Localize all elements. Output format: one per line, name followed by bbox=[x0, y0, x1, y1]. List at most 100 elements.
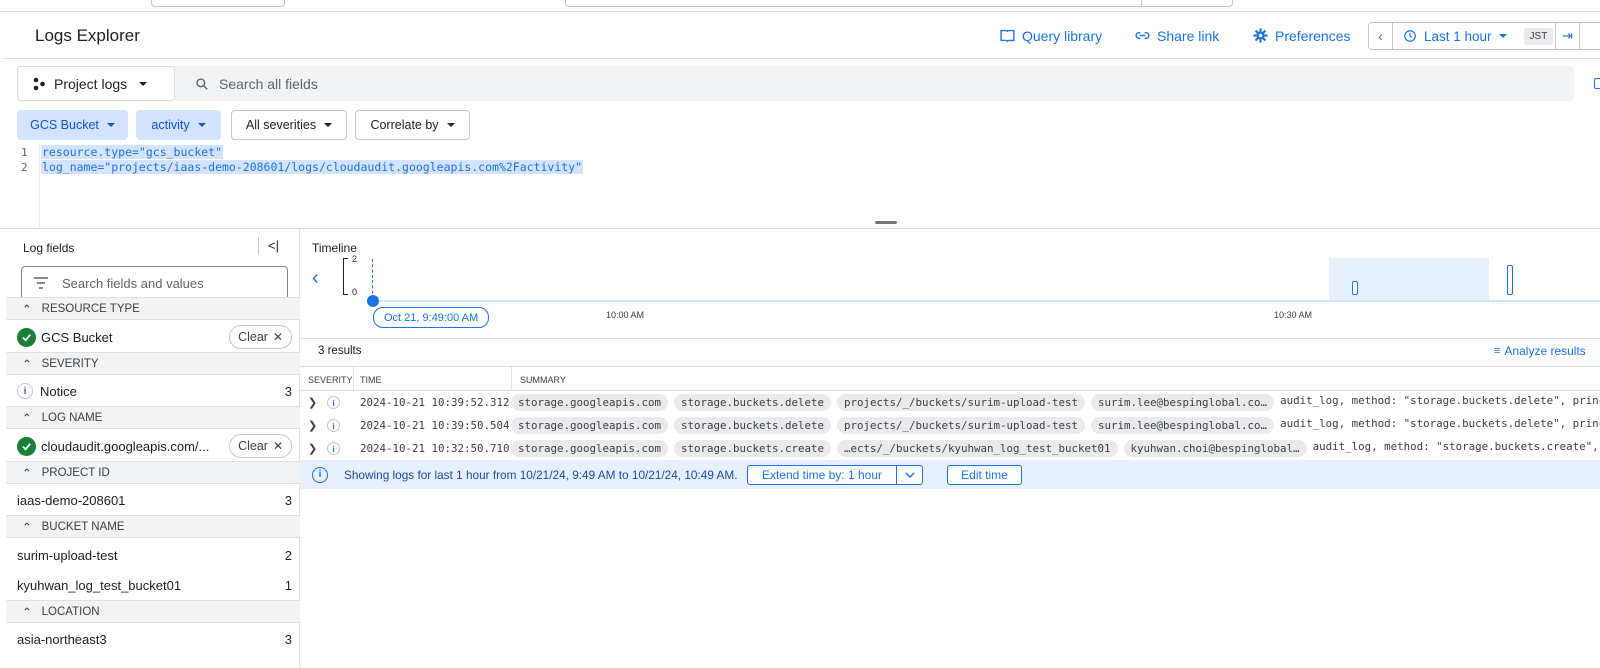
summary-text: audit_log, method: "storage.buckets.crea… bbox=[1312, 440, 1600, 453]
search-all-fields-input[interactable]: Search all fields bbox=[177, 66, 318, 101]
search-icon bbox=[196, 77, 208, 90]
link-icon bbox=[1135, 31, 1150, 40]
summary-chip[interactable]: surim.lee@bespinglobal.co… bbox=[1091, 417, 1275, 434]
table-row[interactable]: ❯ i 2024-10-21 10:39:52.312 storage.goog… bbox=[300, 391, 1600, 414]
field-value-row[interactable]: cloudaudit.googleapis.com/... Clear ✕ bbox=[6, 431, 300, 461]
query-line: resource.type="gcs_bucket" bbox=[41, 145, 224, 159]
timeline-track[interactable] bbox=[373, 300, 1600, 302]
timeline-cursor[interactable] bbox=[367, 295, 379, 307]
query-editor[interactable]: 1 2 resource.type="gcs_bucket" log_name=… bbox=[6, 144, 1600, 228]
chevron-left-icon[interactable]: ‹ bbox=[312, 267, 319, 290]
field-value-row[interactable]: i Notice 3 bbox=[6, 376, 300, 406]
section-title: SEVERITY bbox=[41, 357, 99, 370]
summary-chip[interactable]: storage.googleapis.com bbox=[511, 440, 669, 457]
log-timestamp: 2024-10-21 10:32:50.710 bbox=[360, 442, 510, 455]
preferences-label: Preferences bbox=[1275, 27, 1351, 44]
top-tab[interactable] bbox=[151, 0, 285, 7]
chevron-left-icon: ‹ bbox=[1378, 28, 1383, 44]
field-value-row[interactable]: surim-upload-test 2 bbox=[6, 540, 300, 570]
time-range-label: Last 1 hour bbox=[1424, 28, 1492, 44]
field-value-count: 3 bbox=[284, 631, 292, 647]
clear-button[interactable]: Clear ✕ bbox=[229, 434, 292, 458]
table-row[interactable]: ❯ i 2024-10-21 10:39:50.504 storage.goog… bbox=[300, 414, 1600, 437]
dropdown-caret-icon bbox=[106, 123, 115, 127]
jump-end-icon: ⇥ bbox=[1562, 28, 1573, 43]
preferences-button[interactable]: Preferences bbox=[1252, 27, 1350, 44]
summary-chip[interactable]: storage.buckets.delete bbox=[674, 417, 832, 434]
analyze-icon: ≡ bbox=[1494, 345, 1501, 357]
section-log-name[interactable]: ⌃ LOG NAME bbox=[6, 406, 300, 429]
extend-time-label: Extend time by: 1 hour bbox=[761, 468, 883, 482]
section-resource-type[interactable]: ⌃ RESOURCE TYPE bbox=[6, 297, 300, 320]
jump-to-now-button[interactable]: ⇥ bbox=[1556, 23, 1580, 49]
log-fields-title: Log fields bbox=[23, 241, 75, 255]
field-value-row[interactable]: GCS Bucket Clear ✕ bbox=[6, 322, 300, 352]
correlate-by-chip[interactable]: Correlate by bbox=[355, 110, 470, 140]
log-name-filter-chip[interactable]: activity bbox=[136, 110, 221, 140]
timeline-tick: 10:00 AM bbox=[606, 310, 645, 320]
scope-label: Project logs bbox=[54, 75, 128, 92]
edit-time-button[interactable]: Edit time bbox=[947, 465, 1022, 485]
divider bbox=[258, 237, 259, 255]
timeline-title: Timeline bbox=[312, 241, 357, 255]
field-search-input[interactable]: Search fields and values bbox=[21, 266, 288, 300]
summary-chip[interactable]: kyuhwan.choi@bespinglobal… bbox=[1123, 440, 1307, 457]
severity-info-icon: i bbox=[327, 419, 340, 432]
summary-chip[interactable]: storage.googleapis.com bbox=[511, 417, 669, 434]
summary-text: audit_log, method: "storage.buckets.dele… bbox=[1280, 417, 1600, 430]
query-library-link[interactable]: Query library bbox=[999, 27, 1102, 44]
section-project-id[interactable]: ⌃ PROJECT ID bbox=[6, 461, 300, 484]
check-circle-icon bbox=[17, 327, 36, 347]
section-location[interactable]: ⌃ LOCATION bbox=[6, 600, 300, 623]
resource-filter-chip[interactable]: GCS Bucket bbox=[17, 110, 128, 140]
summary-chip[interactable]: storage.buckets.create bbox=[674, 440, 832, 457]
collapse-panel-icon[interactable]: <| bbox=[268, 238, 279, 253]
chevron-down-icon[interactable] bbox=[896, 466, 922, 484]
expand-icon[interactable]: ❯ bbox=[308, 419, 317, 432]
expand-icon[interactable]: ❯ bbox=[308, 396, 317, 409]
summary-chip[interactable]: storage.buckets.delete bbox=[674, 394, 832, 411]
summary-chip[interactable]: storage.googleapis.com bbox=[511, 394, 669, 411]
chevron-up-icon: ⌃ bbox=[22, 467, 32, 480]
section-severity[interactable]: ⌃ SEVERITY bbox=[6, 352, 300, 375]
summary-chip[interactable]: …ects/_/buckets/kyuhwan_log_test_bucket0… bbox=[837, 440, 1118, 457]
editor-resize-handle[interactable] bbox=[875, 221, 897, 224]
share-link-button[interactable]: Share link bbox=[1134, 27, 1219, 44]
section-bucket-name[interactable]: ⌃ BUCKET NAME bbox=[6, 515, 300, 538]
severity-filter-chip[interactable]: All severities bbox=[231, 110, 347, 140]
analyze-results-button[interactable]: ≡ Analyze results bbox=[1494, 344, 1586, 358]
analyze-label: Analyze results bbox=[1504, 344, 1586, 358]
clock-icon bbox=[1404, 30, 1416, 42]
y-axis-max: 2 bbox=[352, 254, 358, 264]
results-count: 3 results bbox=[318, 345, 362, 357]
field-value-label: kyuhwan_log_test_bucket01 bbox=[17, 577, 182, 593]
summary-chips: storage.googleapis.com storage.buckets.c… bbox=[511, 440, 1600, 457]
layout-icon[interactable] bbox=[1594, 78, 1600, 89]
summary-chip[interactable]: projects/_/buckets/surim-upload-test bbox=[837, 394, 1086, 411]
field-value-row[interactable]: iaas-demo-208601 3 bbox=[6, 485, 300, 515]
top-search-box[interactable] bbox=[565, 0, 1233, 7]
time-prev-button[interactable]: ‹ bbox=[1369, 23, 1393, 49]
time-range-select[interactable]: Last 1 hour JST bbox=[1393, 23, 1556, 49]
time-range-banner: i Showing logs for last 1 hour from 10/2… bbox=[300, 460, 1600, 489]
chevron-up-icon: ⌃ bbox=[22, 521, 32, 534]
section-title: PROJECT ID bbox=[41, 466, 110, 479]
field-value-count: 3 bbox=[284, 383, 292, 399]
histogram-bar bbox=[1352, 281, 1358, 295]
table-row[interactable]: ❯ i 2024-10-21 10:32:50.710 storage.goog… bbox=[300, 437, 1600, 460]
dropdown-caret-icon bbox=[1498, 34, 1507, 38]
clear-button[interactable]: Clear ✕ bbox=[229, 325, 292, 349]
extend-time-button[interactable]: Extend time by: 1 hour bbox=[747, 465, 923, 485]
summary-chip[interactable]: surim.lee@bespinglobal.co… bbox=[1091, 394, 1275, 411]
scope-selector[interactable]: Project logs bbox=[17, 66, 175, 101]
timeline-start-label[interactable]: Oct 21, 9:49:00 AM bbox=[373, 307, 490, 328]
gear-icon bbox=[1253, 28, 1268, 43]
expand-icon[interactable]: ❯ bbox=[308, 442, 317, 455]
chip-label: GCS Bucket bbox=[30, 118, 99, 132]
field-value-row[interactable]: asia-northeast3 3 bbox=[6, 624, 300, 654]
chevron-up-icon: ⌃ bbox=[22, 303, 32, 316]
chevron-up-icon: ⌃ bbox=[22, 412, 32, 425]
field-value-row[interactable]: kyuhwan_log_test_bucket01 1 bbox=[6, 570, 300, 600]
results-pane: Timeline ‹ 2 0 Oct 21, 9:49:00 AM 10:00 … bbox=[300, 229, 1600, 668]
summary-chip[interactable]: projects/_/buckets/surim-upload-test bbox=[837, 417, 1086, 434]
